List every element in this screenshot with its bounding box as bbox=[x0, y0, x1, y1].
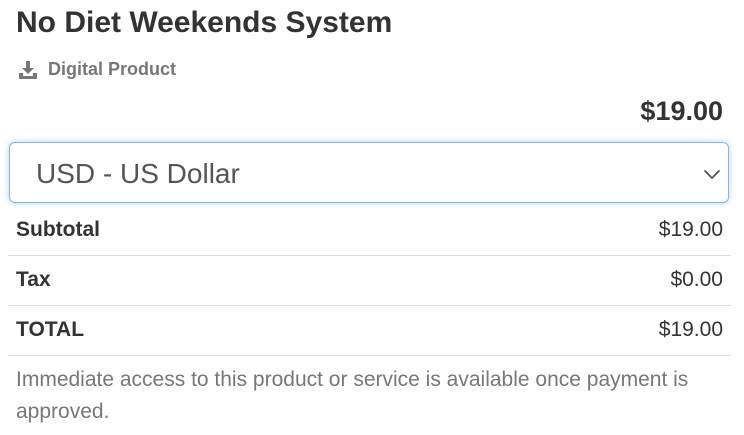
download-icon bbox=[18, 60, 38, 80]
subtotal-row: Subtotal $19.00 bbox=[8, 205, 731, 256]
product-type-label: Digital Product bbox=[48, 59, 177, 79]
subtotal-label: Subtotal bbox=[8, 205, 410, 256]
product-price: $19.00 bbox=[640, 96, 723, 126]
product-title: No Diet Weekends System bbox=[16, 6, 393, 39]
payment-notice: Immediate access to this product or serv… bbox=[16, 368, 689, 423]
tax-label: Tax bbox=[8, 255, 410, 306]
total-row: TOTAL $19.00 bbox=[8, 305, 731, 356]
tax-value: $0.00 bbox=[409, 255, 731, 306]
total-value: $19.00 bbox=[409, 305, 731, 356]
currency-select-value: USD - US Dollar bbox=[36, 158, 240, 189]
chevron-down-icon bbox=[703, 165, 721, 183]
order-totals-table: Subtotal $19.00 Tax $0.00 TOTAL $19.00 bbox=[8, 205, 731, 356]
total-label: TOTAL bbox=[8, 305, 410, 356]
currency-select[interactable]: USD - US Dollar bbox=[9, 142, 729, 203]
tax-row: Tax $0.00 bbox=[8, 255, 731, 306]
subtotal-value: $19.00 bbox=[409, 205, 731, 256]
product-type: Digital Product bbox=[18, 59, 176, 80]
